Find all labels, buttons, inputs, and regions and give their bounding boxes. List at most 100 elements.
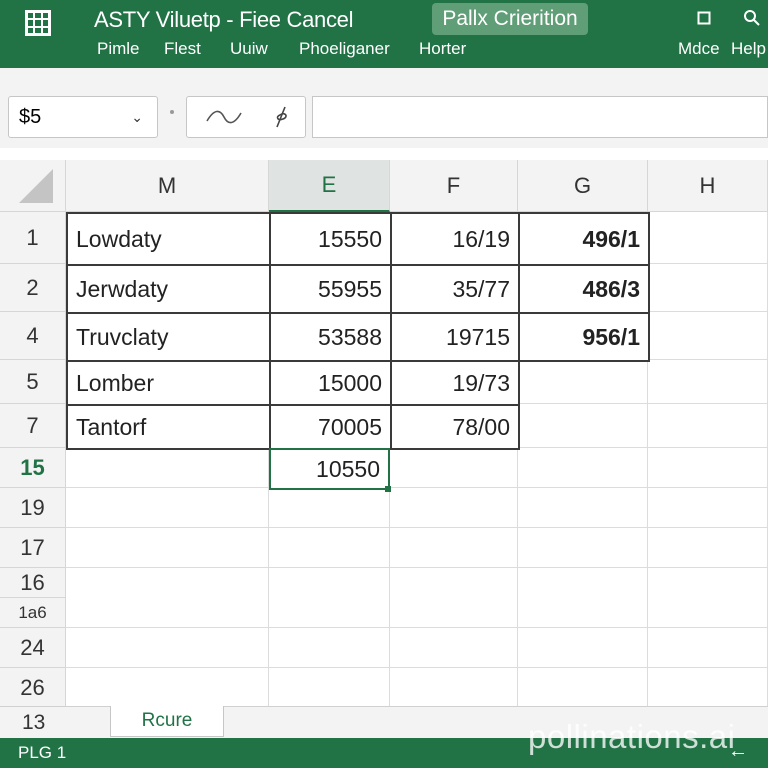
table-cell[interactable] <box>269 568 390 628</box>
menu-item-4[interactable]: Phoeliganer <box>299 39 390 59</box>
column-header-m[interactable]: M <box>66 160 269 212</box>
table-cell[interactable]: 15000 <box>269 360 392 406</box>
column-header-h[interactable]: H <box>648 160 768 212</box>
row-header[interactable]: 2 <box>0 264 66 312</box>
row-header[interactable]: 7 <box>0 404 66 448</box>
column-header-f[interactable]: F <box>390 160 518 212</box>
table-cell[interactable]: Lomber <box>66 360 271 406</box>
table-cell[interactable] <box>518 528 648 568</box>
function-controls <box>186 96 306 138</box>
chevron-down-icon[interactable]: ⌄ <box>131 97 143 137</box>
table-cell[interactable] <box>66 488 269 528</box>
row-header[interactable]: 5 <box>0 360 66 404</box>
table-cell[interactable]: 19/73 <box>390 360 520 406</box>
row-header[interactable]: 24 <box>0 628 66 668</box>
table-cell[interactable] <box>66 668 269 706</box>
active-cell[interactable]: 10550 <box>269 448 390 490</box>
table-cell[interactable] <box>390 628 518 668</box>
table-cell[interactable] <box>518 488 648 528</box>
row-header[interactable]: 4 <box>0 312 66 360</box>
table-cell[interactable]: 15550 <box>269 212 392 266</box>
table-cell[interactable] <box>518 668 648 706</box>
formula-toolbar: $5 ⌄ <box>0 92 768 148</box>
table-cell[interactable] <box>648 448 768 488</box>
table-cell[interactable]: Truvclaty <box>66 312 271 362</box>
ribbon: ASTY Viluetp - Fiee Cancel Pallx Crierit… <box>0 0 768 68</box>
name-box[interactable]: $5 ⌄ <box>8 96 158 138</box>
menu-item-2[interactable]: Flest <box>164 39 201 59</box>
table-cell[interactable]: 78/00 <box>390 404 520 450</box>
row-header[interactable]: 16 <box>0 568 66 598</box>
table-cell[interactable] <box>648 528 768 568</box>
sheet-tab-label: Rcure <box>141 710 193 731</box>
search-button[interactable]: Pallx Crierition <box>432 3 588 35</box>
fill-handle[interactable] <box>385 486 391 492</box>
table-cell[interactable]: 53588 <box>269 312 392 362</box>
table-cell[interactable]: 486/3 <box>518 264 650 314</box>
table-cell[interactable]: 35/77 <box>390 264 520 314</box>
table-cell[interactable] <box>518 360 648 404</box>
table-cell[interactable] <box>648 668 768 706</box>
menu-item-help[interactable]: Help <box>731 39 766 59</box>
table-cell[interactable] <box>648 628 768 668</box>
window-title: ASTY Viluetp - Fiee Cancel <box>94 7 354 32</box>
column-header-e[interactable]: E <box>269 160 390 212</box>
table-cell[interactable] <box>648 212 768 264</box>
table-cell[interactable] <box>390 668 518 706</box>
table-cell[interactable]: 55955 <box>269 264 392 314</box>
table-cell[interactable]: 16/19 <box>390 212 520 266</box>
function-icon[interactable] <box>271 105 291 129</box>
table-cell[interactable]: 70005 <box>269 404 392 450</box>
close-icon[interactable] <box>740 6 764 30</box>
table-cell[interactable] <box>269 528 390 568</box>
table-cell[interactable] <box>648 404 768 448</box>
select-all-corner[interactable] <box>0 160 66 212</box>
table-cell[interactable] <box>518 448 648 488</box>
spreadsheet-grid: M E F G H 1 2 4 5 7 15 19 17 16 1a6 24 2… <box>0 160 768 706</box>
table-cell[interactable] <box>648 312 768 360</box>
table-cell[interactable]: Jerwdaty <box>66 264 271 314</box>
table-cell[interactable] <box>390 488 518 528</box>
table-cell[interactable]: 19715 <box>390 312 520 362</box>
table-cell[interactable] <box>518 568 648 628</box>
row-header[interactable]: 15 <box>0 448 66 488</box>
row-header[interactable]: 19 <box>0 488 66 528</box>
table-cell[interactable] <box>269 628 390 668</box>
menu-item-6[interactable]: Mdce <box>678 39 720 59</box>
table-cell[interactable] <box>66 448 269 488</box>
wave-icon[interactable] <box>205 107 243 127</box>
row-header[interactable]: 1a6 <box>0 598 66 628</box>
table-cell[interactable] <box>648 264 768 312</box>
restore-icon[interactable] <box>692 6 716 30</box>
table-cell[interactable]: 496/1 <box>518 212 650 266</box>
sheet-tab[interactable]: Rcure <box>110 706 224 737</box>
column-header-g[interactable]: G <box>518 160 648 212</box>
table-cell[interactable] <box>648 360 768 404</box>
row-header[interactable]: 26 <box>0 668 66 706</box>
table-cell[interactable] <box>648 568 768 628</box>
menu-item-5[interactable]: Horter <box>419 39 466 59</box>
spreadsheet-app-icon[interactable] <box>0 0 76 46</box>
row-header[interactable]: 1 <box>0 212 66 264</box>
menu-item-3[interactable]: Uuiw <box>230 39 268 59</box>
table-cell[interactable] <box>390 448 518 488</box>
table-cell[interactable] <box>518 404 648 448</box>
row-header[interactable]: 17 <box>0 528 66 568</box>
table-cell[interactable] <box>390 568 518 628</box>
table-cell[interactable] <box>269 668 390 706</box>
table-cell[interactable]: Lowdaty <box>66 212 271 266</box>
table-cell[interactable] <box>66 528 269 568</box>
status-text: PLG 1 <box>18 743 67 762</box>
table-cell[interactable] <box>648 488 768 528</box>
row-number: 13 <box>22 711 46 734</box>
grid-icon <box>25 10 51 36</box>
table-cell[interactable] <box>66 568 269 628</box>
menu-item-1[interactable]: Pimle <box>97 39 140 59</box>
table-cell[interactable] <box>518 628 648 668</box>
table-cell[interactable] <box>269 488 390 528</box>
table-cell[interactable] <box>66 628 269 668</box>
table-cell[interactable] <box>390 528 518 568</box>
table-cell[interactable]: 956/1 <box>518 312 650 362</box>
formula-input[interactable] <box>312 96 768 138</box>
table-cell[interactable]: Tantorf <box>66 404 271 450</box>
